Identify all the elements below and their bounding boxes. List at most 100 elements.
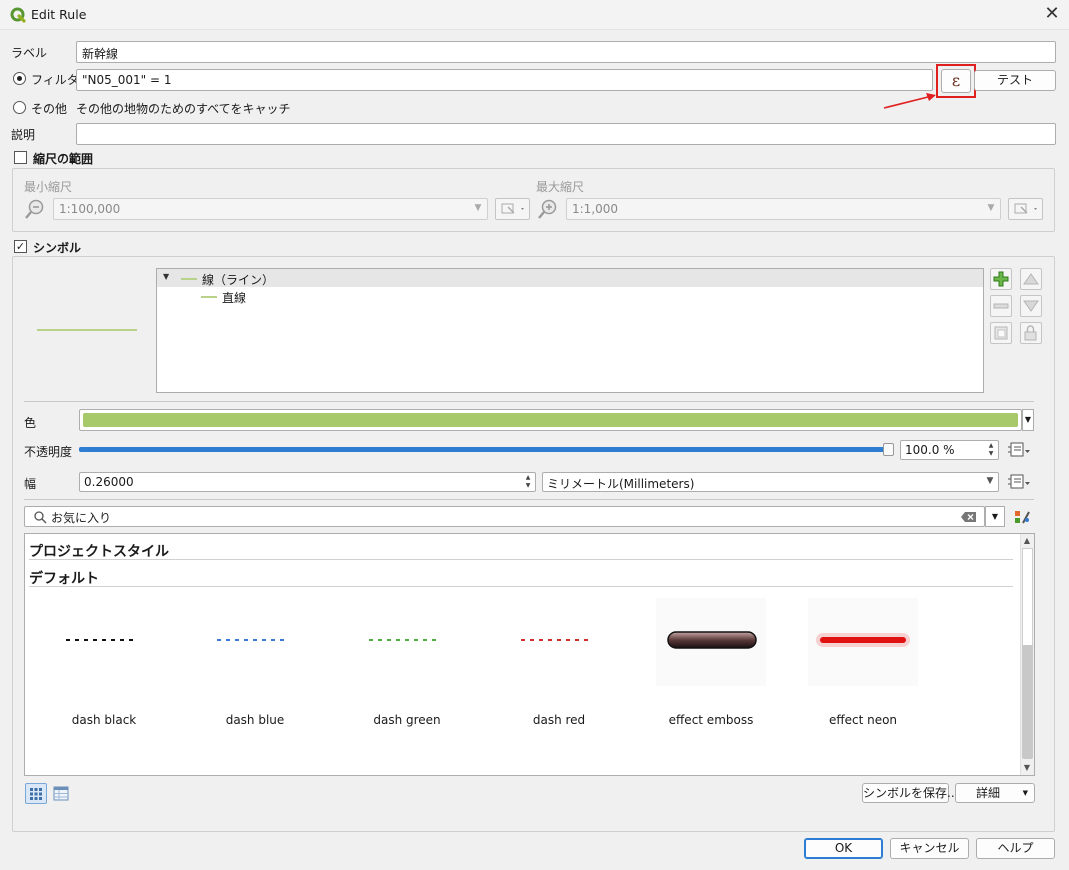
close-icon[interactable]: ✕ [1042,3,1062,25]
min-scale-combo[interactable]: 1:100,000 [53,198,488,220]
filter-caption: フィルタ [31,73,79,87]
move-up-button[interactable] [1020,268,1042,290]
test-button[interactable]: テスト [974,70,1056,91]
divider [29,586,1013,587]
symbol-item-dash-black[interactable]: dash black [34,598,174,728]
ok-button[interactable]: OK [804,838,883,859]
spin-arrows-icon[interactable]: ▲ ▼ [522,474,534,490]
scrollbar-thumb[interactable] [1022,645,1033,759]
plus-icon [993,271,1009,287]
move-down-button[interactable] [1020,295,1042,317]
scroll-down-icon[interactable]: ▼ [1020,761,1034,775]
filter-radio[interactable] [13,72,26,85]
scroll-up-icon[interactable]: ▲ [1020,534,1034,548]
description-input[interactable] [76,123,1056,145]
symbol-item-label: dash blue [225,713,285,727]
icon-view-button[interactable] [25,783,47,804]
tree-item-simple-line[interactable]: 直線 [222,289,246,306]
chevron-down-icon: ▼ [474,203,482,213]
advanced-button-label: 詳細 [976,786,1001,800]
symbol-item-effect-neon[interactable]: effect neon [793,598,933,728]
annotation-arrow [883,93,936,109]
data-defined-override-icon[interactable] [1008,472,1032,492]
chevron-down-icon: ▼ [987,203,995,213]
label-input[interactable]: 新幹線 [76,41,1056,63]
symbol-item-label: effect emboss [668,713,754,727]
triangle-down-icon [1023,300,1039,312]
label-caption: ラベル [11,46,48,60]
symbol-preview-icon [521,639,593,641]
tree-expand-icon[interactable]: ▼ [163,272,169,281]
symbol-item-label: dash red [532,713,586,727]
symbol-item-effect-emboss[interactable]: effect emboss [641,598,781,728]
symbol-item-label: effect neon [828,713,898,727]
grid-icon [30,788,42,800]
symbol-preview-icon [656,598,766,686]
expression-builder-button[interactable]: ε [941,69,971,93]
color-caption: 色 [24,416,37,430]
unit-combo[interactable]: ミリメートル(Millimeters) [542,472,999,492]
tree-item-line[interactable]: 線（ライン） [202,271,274,288]
library-group-default: デフォルト [29,571,99,587]
zoom-out-icon [25,199,44,219]
add-layer-button[interactable] [990,268,1012,290]
opacity-slider-track[interactable] [79,447,891,452]
search-icon [34,511,47,524]
color-dropdown-arrow[interactable]: ▼ [1022,409,1034,431]
min-scale-caption: 最小縮尺 [24,180,73,194]
list-view-button[interactable] [51,784,71,804]
lock-icon [1024,325,1037,341]
else-radio[interactable] [13,101,26,114]
symbol-preview-icon [369,639,441,641]
symbol-preview [37,329,137,331]
scale-range-label: 縮尺の範囲 [33,152,94,166]
duplicate-layer-button[interactable] [990,322,1012,344]
description-caption: 説明 [11,128,36,142]
chevron-down-icon: ▼ [1022,789,1028,797]
symbol-preview-icon [66,639,138,641]
else-description: その他の地物のためのすべてをキャッチ [76,102,291,116]
opacity-slider-fill [79,447,891,452]
style-manager-icon[interactable] [1013,508,1031,526]
max-scale-combo[interactable]: 1:1,000 [566,198,1001,220]
symbol-preview-icon [808,598,918,686]
minus-icon [993,303,1009,309]
current-scale-button-max[interactable] [1008,198,1043,220]
symbol-item-label: dash green [373,713,441,727]
symbol-search-input[interactable]: お気に入り [24,506,985,527]
symbol-checkbox[interactable]: ✓ [14,240,27,253]
line-symbol-icon [181,278,197,280]
opacity-slider-handle[interactable] [883,443,894,456]
help-button[interactable]: ヘルプ [976,838,1055,859]
triangle-up-icon [1023,273,1039,285]
symbol-item-dash-green[interactable]: dash green [337,598,477,728]
width-spinbox[interactable]: 0.26000 [79,472,536,492]
width-caption: 幅 [24,477,37,491]
symbol-item-dash-red[interactable]: dash red [489,598,629,728]
clear-icon[interactable] [961,511,977,523]
line-symbol-icon [201,296,217,298]
search-dropdown-button[interactable]: ▼ [985,506,1005,527]
qgis-logo-icon [10,7,26,23]
current-scale-button[interactable] [495,198,530,220]
tree-row-selected[interactable] [157,269,983,287]
divider [24,401,1034,402]
table-icon [53,786,69,801]
save-symbol-button[interactable]: シンボルを保存... [862,783,958,803]
else-caption: その他 [31,102,68,116]
divider [29,559,1013,560]
symbol-item-dash-blue[interactable]: dash blue [185,598,325,728]
remove-layer-button[interactable] [990,295,1012,317]
scrollbar-space [1022,548,1033,648]
filter-expression-input[interactable]: "N05_001" = 1 [76,69,933,91]
lock-layer-button[interactable] [1020,322,1042,344]
title-bar [0,0,1069,30]
cancel-button[interactable]: キャンセル [890,838,969,859]
data-defined-override-icon[interactable] [1008,440,1032,460]
advanced-button[interactable]: 詳細 ▼ [955,783,1035,803]
duplicate-icon [994,326,1008,340]
color-button[interactable] [79,409,1022,431]
zoom-in-icon [538,199,557,219]
spin-arrows-icon[interactable]: ▲ ▼ [985,442,997,458]
scale-range-checkbox[interactable] [14,151,27,164]
